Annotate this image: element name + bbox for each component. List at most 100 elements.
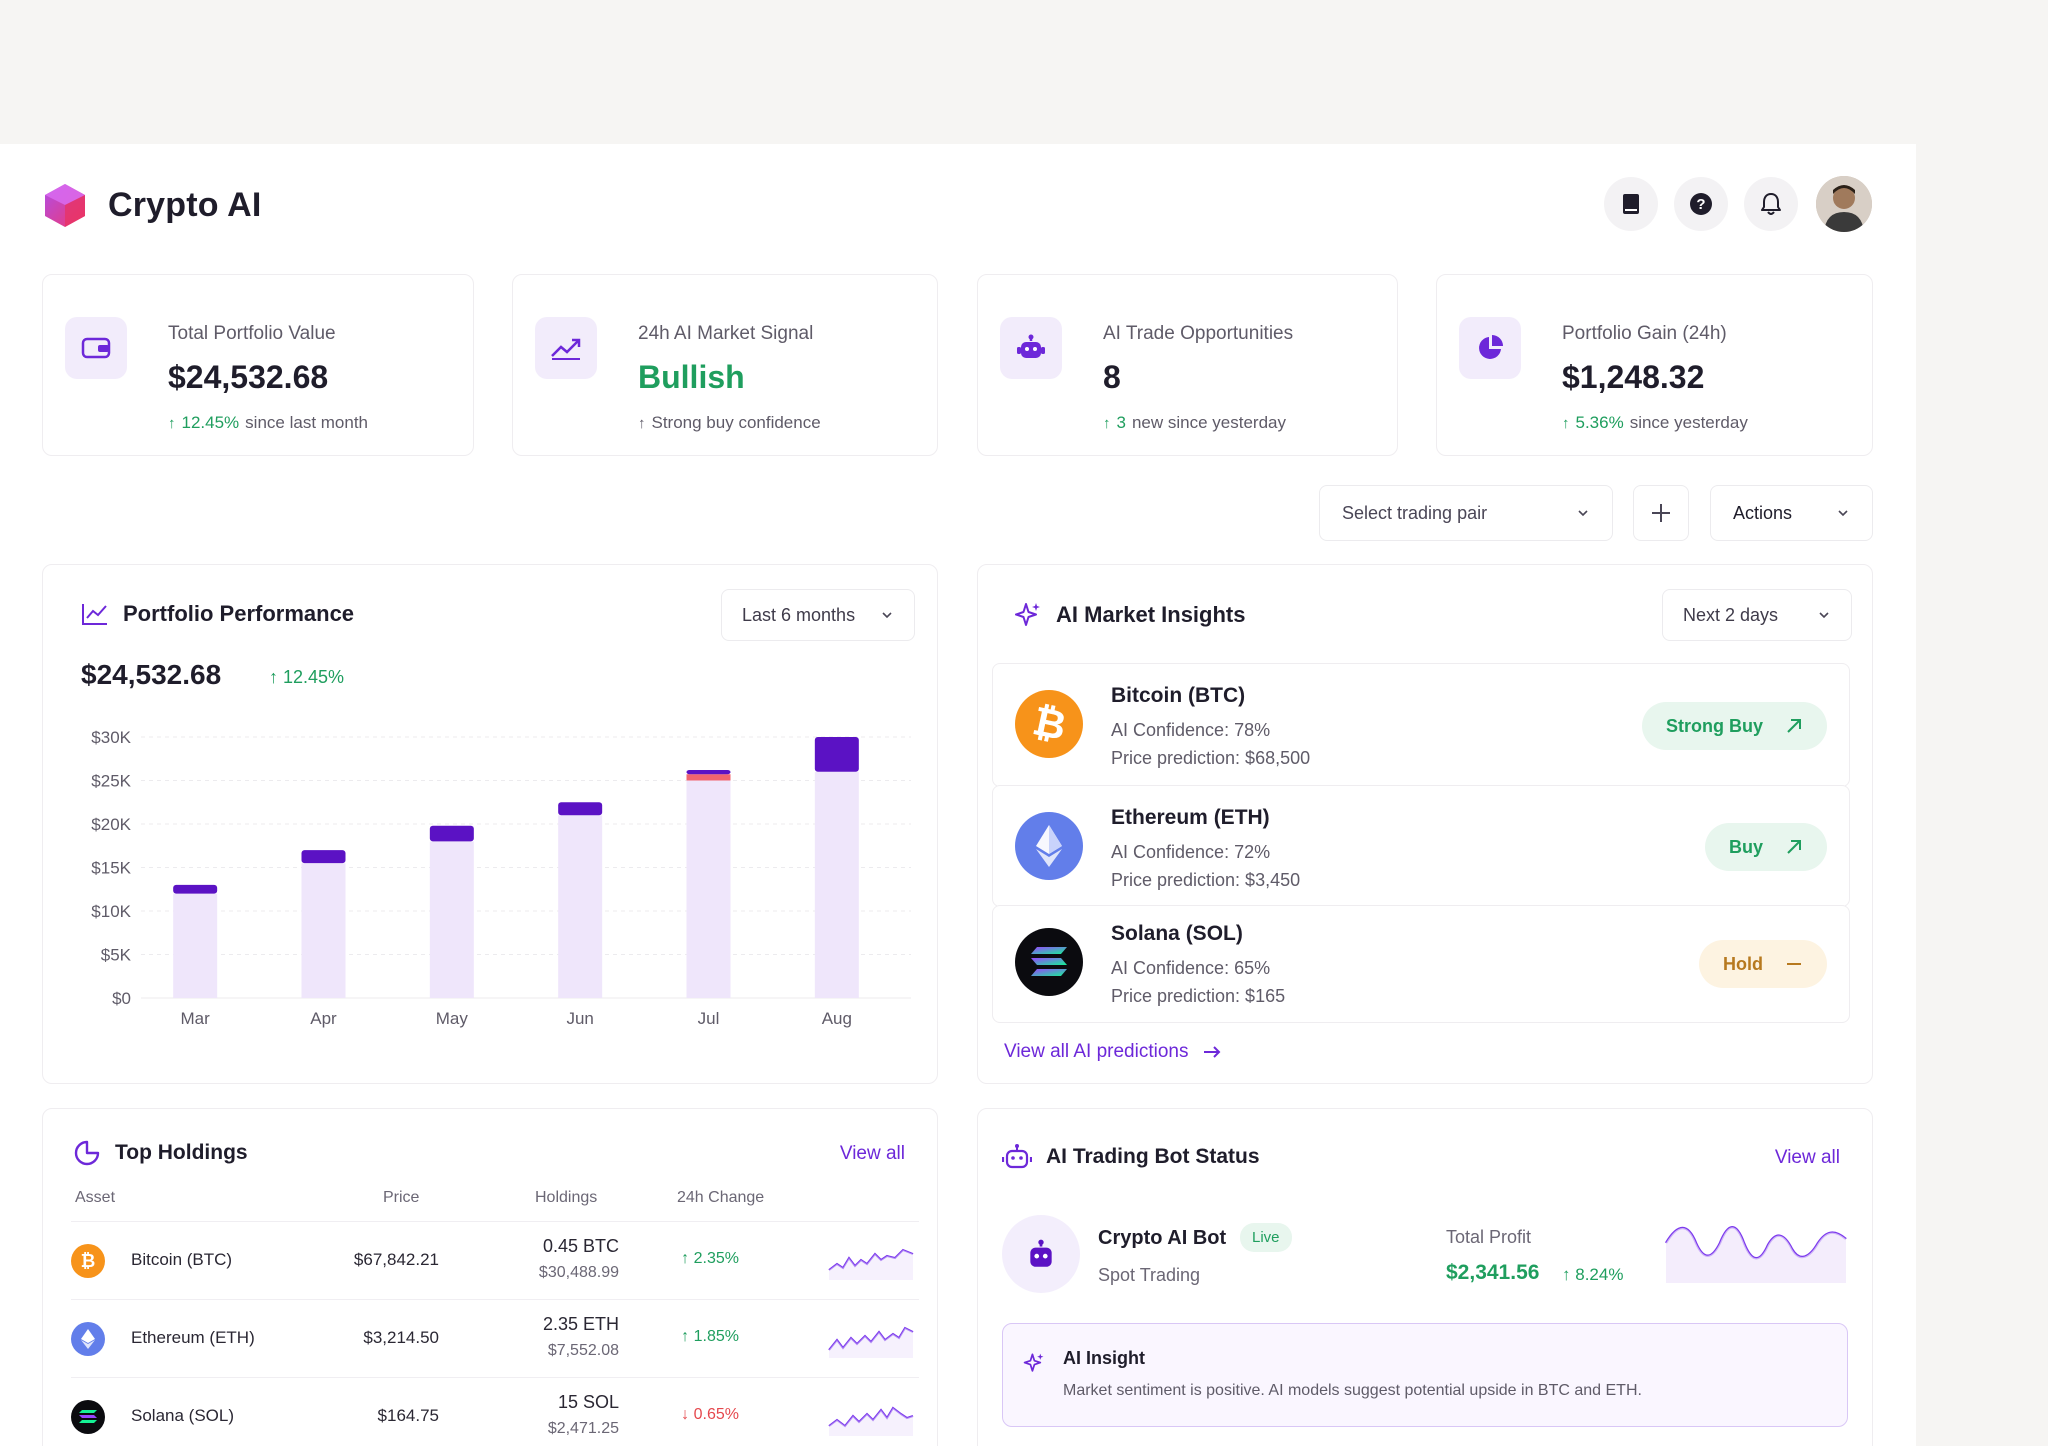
arrow-up-icon: ↑ [269, 667, 278, 687]
coin-prediction: Price prediction: $3,450 [1111, 870, 1301, 890]
arrow-right-icon [1204, 1046, 1221, 1058]
arrow-up-icon: ↑ [1562, 1265, 1571, 1284]
stat-value: Bullish [638, 359, 745, 395]
arrow-up-icon: ↑ [638, 414, 646, 432]
live-badge: Live [1240, 1223, 1292, 1252]
bot-name: Crypto AI Bot [1098, 1227, 1227, 1249]
stat-card-portfolio-value: Total Portfolio Value $24,532.68 ↑ 12.45%… [42, 274, 474, 456]
bar-top [814, 737, 859, 772]
dashboard-window: Crypto AI ? Total Portfolio Value $24,53… [0, 144, 1916, 1446]
actions-label: Actions [1733, 502, 1793, 523]
stat-value: $24,532.68 [168, 359, 329, 395]
arrow-up-icon: ↑ [681, 1250, 690, 1267]
trading-bot-panel: AI Trading Bot Status View all Crypto AI… [977, 1108, 1873, 1446]
range-label: Next 2 days [1683, 604, 1779, 625]
holding-row-sol[interactable]: Solana (SOL) $164.75 15 SOL $2,471.25 ↓ … [71, 1377, 919, 1446]
insight-row-sol[interactable]: Solana (SOL) AI Confidence: 65% Price pr… [992, 905, 1850, 1023]
bar-top [173, 884, 218, 894]
user-avatar[interactable] [1816, 176, 1872, 232]
solana-icon [71, 1400, 105, 1434]
add-button[interactable] [1633, 485, 1689, 541]
docs-button[interactable] [1604, 177, 1658, 231]
holding-change: 0.65% [693, 1406, 739, 1423]
minus-icon [1787, 963, 1801, 965]
stat-label: Portfolio Gain (24h) [1562, 323, 1727, 344]
bot-view-all-link[interactable]: View all [1775, 1147, 1840, 1169]
y-tick-label: $10K [91, 902, 131, 921]
arrow-up-icon: ↑ [1562, 414, 1570, 432]
x-tick-label: Jul [698, 1009, 720, 1028]
bot-type: Spot Trading [1098, 1265, 1201, 1285]
notifications-button[interactable] [1744, 177, 1798, 231]
col-asset: Asset [75, 1189, 116, 1206]
arrow-up-right-icon [1787, 840, 1801, 854]
bar-top [558, 802, 603, 816]
holding-change: 2.35% [693, 1250, 739, 1267]
plus-icon [1652, 504, 1670, 522]
action-label: Buy [1728, 836, 1763, 857]
coin-prediction: Price prediction: $165 [1111, 986, 1286, 1006]
stat-change: 5.36% [1575, 413, 1624, 432]
profit-change: 8.24% [1575, 1265, 1624, 1284]
holding-amount: 2.35 ETH [542, 1314, 619, 1334]
insight-text: Market sentiment is positive. AI models … [1063, 1382, 1642, 1399]
hold-button[interactable]: Hold [1699, 940, 1827, 988]
y-tick-label: $20K [91, 815, 131, 834]
top-holdings-panel: Top Holdings View all Asset Price Holdin… [42, 1108, 938, 1446]
buy-button[interactable]: Buy [1704, 823, 1827, 871]
help-button[interactable]: ? [1674, 177, 1728, 231]
holdings-view-all-link[interactable]: View all [840, 1143, 905, 1165]
bar-top [301, 850, 346, 864]
trading-pair-select[interactable]: Select trading pair [1319, 485, 1613, 541]
stat-change-text: new since yesterday [1131, 413, 1286, 432]
stat-card-portfolio-gain: Portfolio Gain (24h) $1,248.32 ↑ 5.36% sin… [1436, 274, 1873, 456]
holding-row-btc[interactable]: ₿ Bitcoin (BTC) $67,842.21 0.45 BTC $30,… [71, 1221, 919, 1299]
insight-row-eth[interactable]: Ethereum (ETH) AI Confidence: 72% Price … [992, 785, 1850, 907]
bar-base [429, 841, 474, 998]
holding-row-eth[interactable]: Ethereum (ETH) $3,214.50 2.35 ETH $7,552… [71, 1299, 919, 1377]
panel-title: AI Market Insights [1056, 602, 1246, 627]
actions-dropdown[interactable]: Actions [1710, 485, 1873, 541]
x-tick-label: May [436, 1009, 469, 1028]
chevron-down-icon [1578, 510, 1588, 517]
stat-card-trade-opportunities: AI Trade Opportunities 8 ↑ 3 new since yes… [977, 274, 1398, 456]
stat-value: $1,248.32 [1562, 359, 1705, 395]
y-tick-label: $5K [101, 946, 132, 965]
stat-change-text: since yesterday [1629, 413, 1748, 432]
strong-buy-button[interactable]: Strong Buy [1642, 702, 1827, 750]
holding-name: Ethereum (ETH) [131, 1328, 255, 1347]
ethereum-icon [71, 1322, 105, 1356]
insights-range-dropdown[interactable]: Next 2 days [1662, 589, 1852, 641]
col-24h-change: 24h Change [677, 1189, 765, 1206]
profit-value: $2,341.56 [1446, 1261, 1540, 1284]
stat-label: 24h AI Market Signal [638, 323, 814, 344]
bar-base [814, 771, 859, 998]
bot-avatar [1002, 1215, 1080, 1293]
bar-base [686, 780, 731, 998]
app-logo[interactable]: Crypto AI [42, 182, 262, 228]
svg-text:?: ? [1696, 196, 1705, 213]
avatar-icon [1816, 176, 1872, 232]
holding-amount: 15 SOL [557, 1392, 619, 1412]
bell-icon [1761, 193, 1781, 215]
holding-price: $67,842.21 [353, 1250, 439, 1269]
help-icon: ? [1690, 193, 1712, 215]
pie-chart-icon [1479, 335, 1503, 359]
action-label: Hold [1723, 953, 1763, 974]
action-label: Strong Buy [1666, 715, 1763, 736]
view-all-predictions-link[interactable]: View all AI predictions [1004, 1041, 1222, 1063]
col-holdings: Holdings [535, 1189, 598, 1206]
bar-top-highlight [686, 774, 731, 781]
holding-price: $3,214.50 [363, 1328, 439, 1347]
range-dropdown[interactable]: Last 6 months [721, 589, 915, 641]
chevron-down-icon [1819, 612, 1829, 619]
coin-name: Ethereum (ETH) [1111, 806, 1270, 829]
wallet-icon [81, 337, 111, 359]
coin-confidence: AI Confidence: 72% [1111, 842, 1271, 862]
book-icon [1623, 194, 1639, 214]
holding-amount: 0.45 BTC [542, 1236, 619, 1256]
bar-base [173, 893, 218, 998]
holding-name: Bitcoin (BTC) [131, 1250, 233, 1269]
coin-confidence: AI Confidence: 65% [1111, 958, 1271, 978]
insight-row-btc[interactable]: ₿ Bitcoin (BTC) AI Confidence: 78% Price… [992, 663, 1850, 787]
